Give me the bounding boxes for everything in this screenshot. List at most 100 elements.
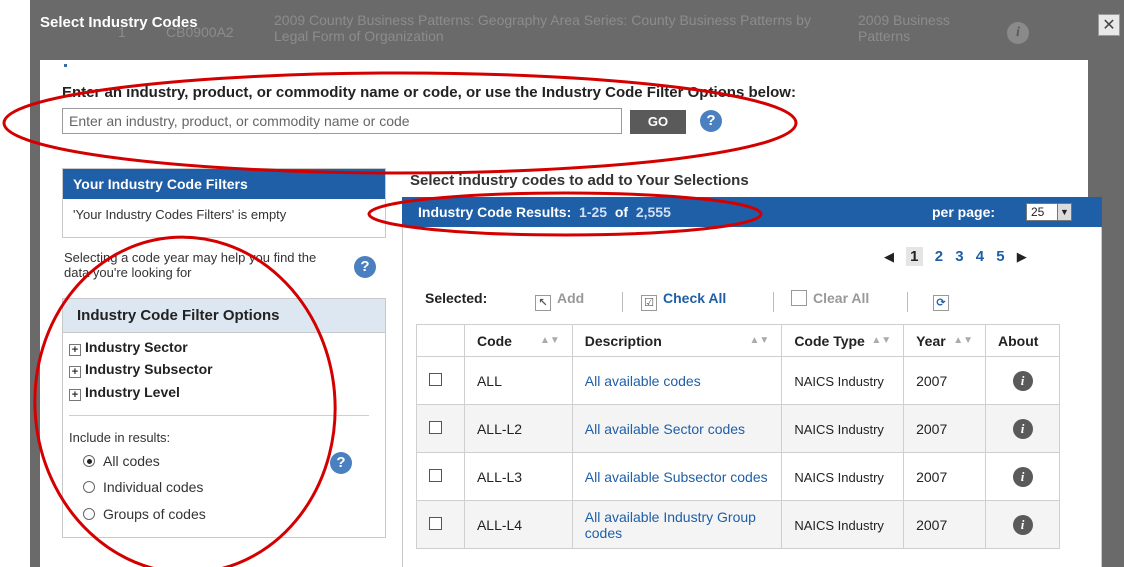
table-row: ALL All available codes NAICS Industry 2…: [416, 356, 1060, 405]
about-cell: i: [985, 404, 1060, 453]
expand-icon[interactable]: +: [69, 389, 81, 401]
row-checkbox[interactable]: [429, 420, 442, 434]
page-2[interactable]: 2: [935, 248, 943, 265]
row-select-cell: [416, 500, 465, 549]
results-total: 2,555: [635, 204, 671, 220]
description-cell: All available codes: [571, 356, 783, 405]
select-codes-instruction: Select industry codes to add to Your Sel…: [410, 172, 749, 189]
tree-item-label: Industry Level: [85, 384, 180, 400]
go-button[interactable]: GO: [630, 110, 686, 134]
row-select-cell: [416, 356, 465, 405]
refresh-icon[interactable]: ⟳: [933, 295, 949, 311]
code-cell: ALL-L3: [463, 452, 573, 501]
page-3[interactable]: 3: [955, 248, 963, 265]
expand-icon[interactable]: +: [69, 366, 81, 378]
toolbar-divider: [622, 292, 623, 312]
background-row-title: 2009 County Business Patterns: Geography…: [274, 12, 811, 44]
sort-icon[interactable]: ▲▼: [953, 335, 973, 346]
row-select-cell: [416, 452, 465, 501]
info-icon[interactable]: i: [1012, 418, 1033, 439]
tree-item-industry-sector[interactable]: + Industry Sector: [69, 339, 188, 356]
radio-unselected-icon[interactable]: [83, 481, 95, 493]
search-help-icon[interactable]: ?: [700, 110, 722, 132]
table-row: ALL-L4 All available Industry Group code…: [416, 500, 1060, 549]
refresh-button[interactable]: ⟳: [933, 290, 955, 311]
your-filters-title: Your Industry Code Filters: [63, 169, 385, 199]
results-count-label: Industry Code Results: 1-25 of 2,555: [418, 197, 671, 227]
radio-selected-icon[interactable]: [83, 455, 95, 467]
radio-individual-codes[interactable]: Individual codes: [83, 479, 203, 495]
sort-icon[interactable]: ▲▼: [750, 335, 770, 346]
info-icon[interactable]: i: [1012, 466, 1033, 487]
per-page-value: 25: [1031, 205, 1045, 219]
tree-item-industry-level[interactable]: + Industry Level: [69, 384, 180, 401]
row-checkbox[interactable]: [429, 468, 442, 482]
pagination: ◀ 1 2 3 4 5 ▶: [884, 247, 1035, 266]
sort-icon[interactable]: ▲▼: [871, 335, 891, 346]
per-page-select[interactable]: 25 ▼: [1026, 203, 1072, 221]
check-all-button[interactable]: ☑ Check All: [641, 290, 726, 311]
clear-all-button[interactable]: Clear All: [791, 290, 869, 306]
column-label: Code: [476, 332, 512, 349]
description-link[interactable]: All available Industry Group codes: [585, 509, 756, 541]
year-cell: 2007: [903, 500, 986, 549]
code-type-text: NAICS Industry: [794, 469, 884, 485]
row-checkbox[interactable]: [429, 516, 442, 530]
year-cell: 2007: [903, 452, 986, 501]
checkbox-empty-icon: [791, 290, 807, 306]
filter-options-title: Industry Code Filter Options: [63, 299, 385, 333]
description-link[interactable]: All available Sector codes: [585, 421, 745, 437]
code-type-cell: NAICS Industry: [781, 452, 905, 501]
sort-icon[interactable]: ▲▼: [540, 335, 560, 346]
add-button[interactable]: ↖ Add: [535, 290, 584, 311]
results-table: Code ▲▼ Description ▲▼ Code Type ▲▼ Year ▲▼ …: [416, 324, 1060, 549]
code-type-text: NAICS Industry: [794, 421, 884, 437]
radio-all-codes[interactable]: All codes: [83, 453, 160, 469]
page-4[interactable]: 4: [976, 248, 984, 265]
check-all-label: Check All: [663, 290, 727, 306]
include-results-help-icon[interactable]: ?: [330, 452, 352, 474]
column-label: Code Type: [794, 332, 865, 349]
info-icon[interactable]: i: [1012, 370, 1033, 391]
radio-label: All codes: [103, 453, 160, 469]
next-page-icon[interactable]: ▶: [1017, 249, 1027, 264]
row-checkbox[interactable]: [429, 372, 442, 386]
chevron-down-icon[interactable]: ▼: [1057, 204, 1071, 220]
radio-groups-of-codes[interactable]: Groups of codes: [83, 506, 206, 522]
code-year-help-icon[interactable]: ?: [354, 256, 376, 278]
expand-icon[interactable]: +: [69, 344, 81, 356]
code-year-hint: Selecting a code year may help you find …: [64, 250, 317, 280]
industry-search-input[interactable]: [62, 108, 622, 134]
column-label: About: [998, 332, 1039, 349]
radio-label: Groups of codes: [103, 506, 206, 522]
results-range: 1-25: [579, 204, 608, 220]
column-label: Description: [584, 332, 662, 349]
search-instruction: Enter an industry, product, or commodity…: [62, 84, 796, 101]
page-1[interactable]: 1: [906, 247, 923, 266]
page-5[interactable]: 5: [996, 248, 1004, 265]
code-cell: ALL-L2: [463, 404, 573, 453]
year-cell: 2007: [903, 356, 986, 405]
radio-unselected-icon[interactable]: [83, 508, 95, 520]
column-header-year[interactable]: Year ▲▼: [903, 324, 986, 357]
code-type-cell: NAICS Industry: [781, 500, 905, 549]
selected-label: Selected:: [425, 290, 488, 306]
checkbox-checked-icon: ☑: [641, 295, 657, 311]
close-icon[interactable]: ✕: [1098, 14, 1120, 36]
column-header-description[interactable]: Description ▲▼: [571, 324, 783, 357]
cursor-icon: ↖: [535, 295, 551, 311]
column-header-code-type[interactable]: Code Type ▲▼: [781, 324, 905, 357]
description-link[interactable]: All available Subsector codes: [585, 469, 768, 485]
toolbar-divider: [907, 292, 908, 312]
background-overlay-left: [30, 60, 40, 567]
info-icon[interactable]: i: [1012, 514, 1033, 535]
options-divider: [69, 415, 369, 416]
code-type-text: NAICS Industry: [794, 373, 884, 389]
tree-item-industry-subsector[interactable]: + Industry Subsector: [69, 361, 213, 378]
description-link[interactable]: All available codes: [585, 373, 701, 389]
column-header-code[interactable]: Code ▲▼: [463, 324, 573, 357]
description-cell: All available Sector codes: [571, 404, 783, 453]
prev-page-icon[interactable]: ◀: [884, 249, 894, 264]
results-title: Industry Code Results:: [418, 204, 572, 220]
your-filters-panel: Your Industry Code Filters 'Your Industr…: [62, 168, 386, 238]
